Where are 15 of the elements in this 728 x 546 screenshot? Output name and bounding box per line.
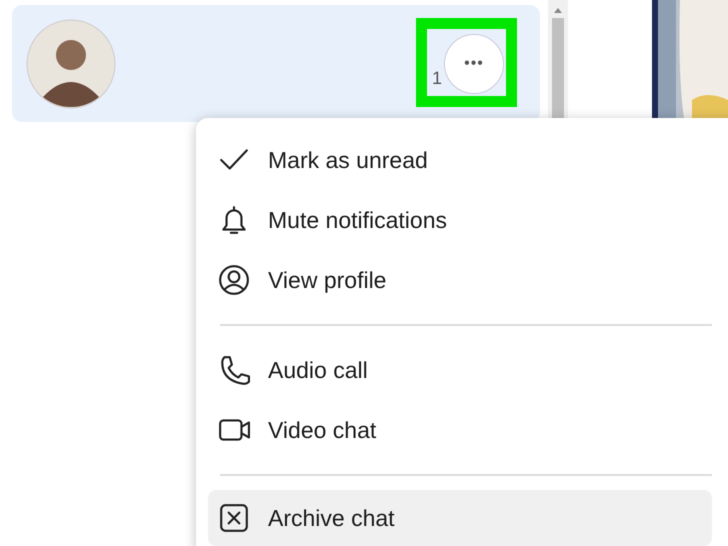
scroll-up-icon[interactable] xyxy=(553,6,563,14)
avatar-icon xyxy=(26,18,116,108)
more-options-button[interactable]: ••• xyxy=(444,34,504,94)
close-box-icon xyxy=(218,502,250,534)
menu-item[interactable]: Video chat xyxy=(208,400,712,460)
chat-row-card[interactable]: 1 ••• xyxy=(12,5,540,122)
timestamp: 1 xyxy=(432,68,442,89)
phone-icon xyxy=(218,354,250,386)
menu-item[interactable]: Mute notifications xyxy=(208,190,712,250)
profile-icon xyxy=(218,264,250,296)
menu-item[interactable]: View profile xyxy=(208,250,712,310)
menu-item[interactable]: Audio call xyxy=(208,340,712,400)
scrollbar[interactable] xyxy=(548,0,568,118)
menu-item[interactable]: Mark as unread xyxy=(208,130,712,190)
menu-item[interactable]: Archive chat xyxy=(208,490,712,546)
